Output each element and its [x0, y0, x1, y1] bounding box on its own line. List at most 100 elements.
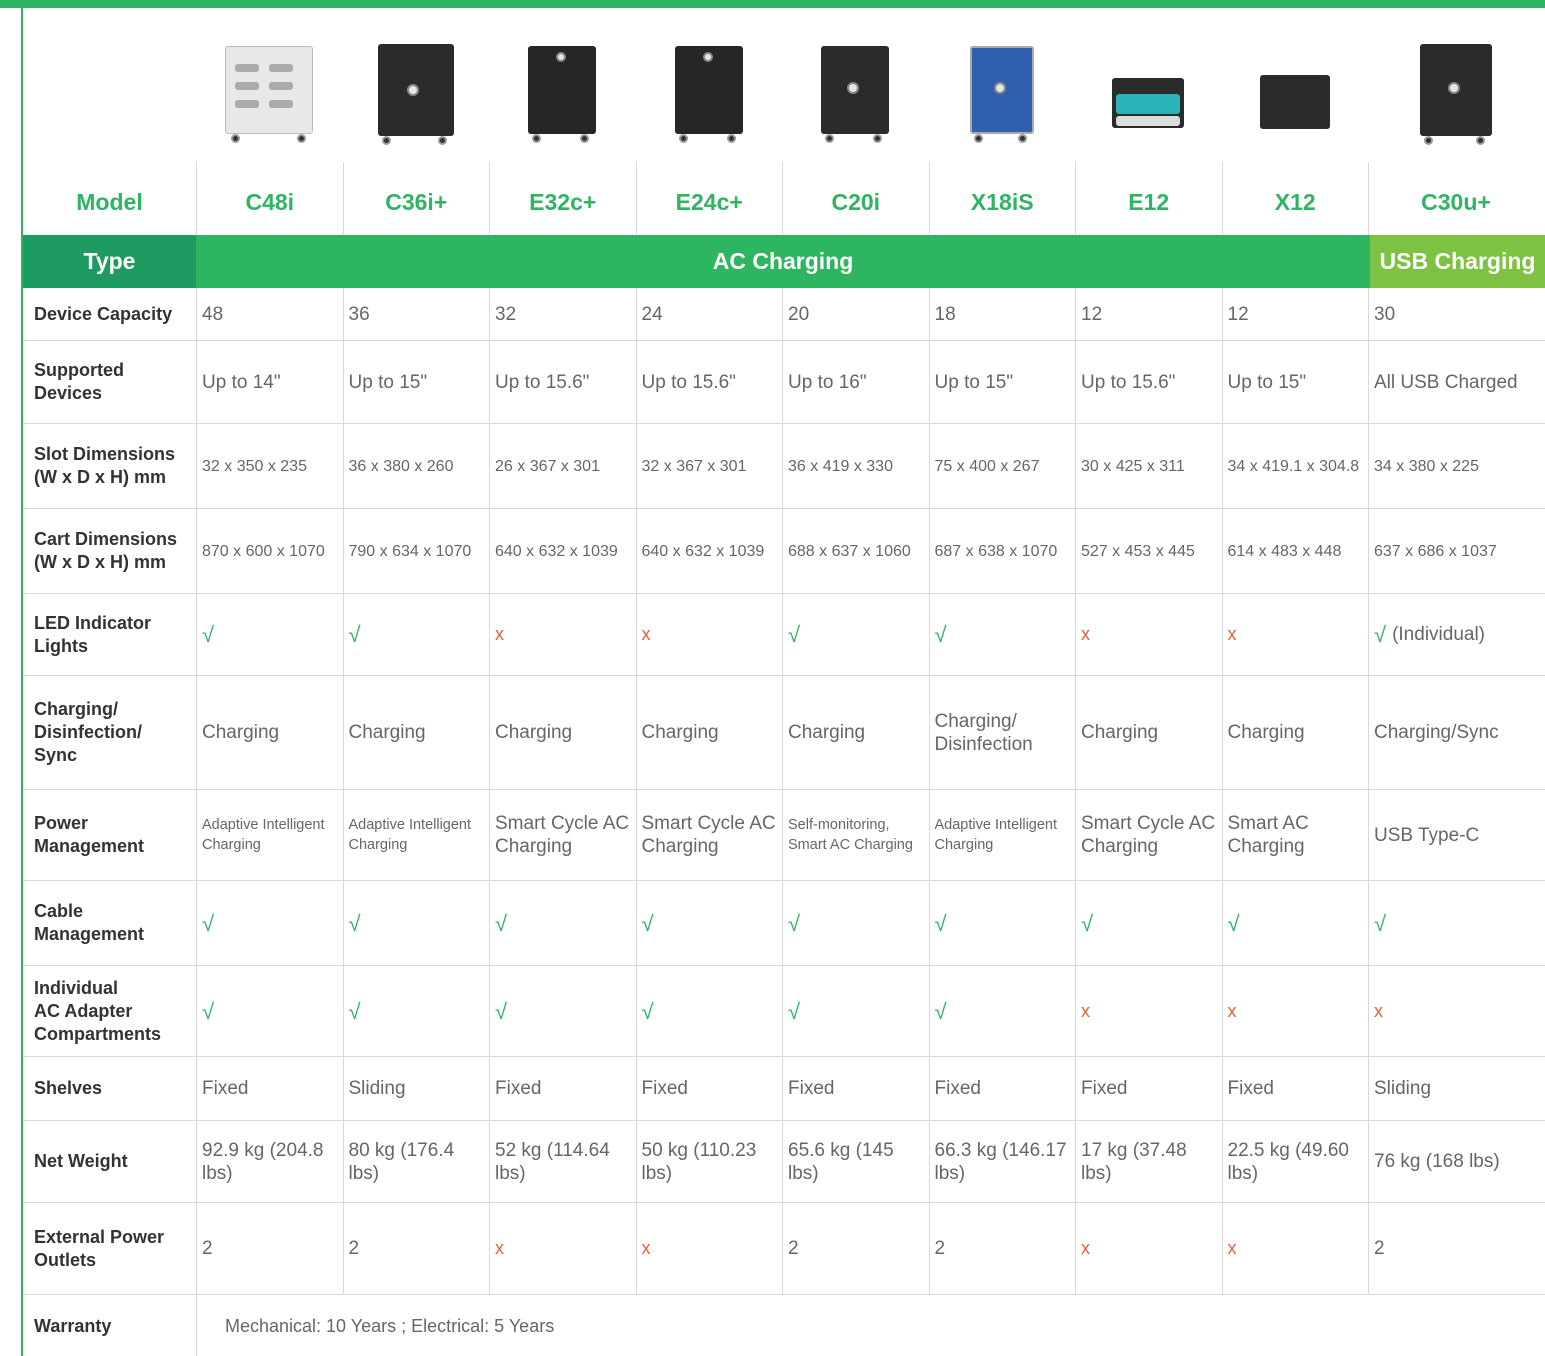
spec-row-label-line: Disinfection/: [34, 722, 143, 742]
check-icon: √: [934, 998, 947, 1024]
spec-cell: Adaptive Intelligent Charging: [928, 790, 1076, 880]
spec-row-label-line: Sync: [34, 745, 78, 765]
spec-cell-text: 65.6 kg (145 lbs): [788, 1139, 894, 1184]
model-name: E12: [1075, 162, 1222, 235]
spec-cell-text: 790 x 634 x 1070: [348, 542, 472, 560]
spec-cell-text: 2: [202, 1238, 213, 1259]
spec-cell-text: Sliding: [348, 1078, 406, 1099]
type-row: Type AC Charging USB Charging: [23, 235, 1545, 288]
spec-cell-text: Fixed: [495, 1078, 542, 1099]
spec-cell: 790 x 634 x 1070: [342, 509, 490, 593]
spec-cell: 32: [489, 288, 636, 340]
spec-cell-text: 32 x 350 x 235: [202, 457, 307, 475]
spec-row-label-line: Individual: [34, 977, 119, 998]
cross-icon: x: [1227, 1238, 1237, 1258]
spec-cell-text: 30 x 425 x 311: [1081, 457, 1185, 475]
check-icon: √: [934, 910, 947, 936]
spec-row: Slot Dimensions (W x D x H) mm 32 x 350 x …: [23, 424, 1545, 509]
model-name: X18iS: [928, 162, 1076, 235]
spec-cell-text: 12: [1227, 303, 1249, 325]
spec-cell: Fixed: [196, 1057, 343, 1120]
spec-row-label-line: Device Capacity: [34, 303, 173, 324]
spec-cell-text: Adaptive Intelligent Charging: [934, 817, 1058, 853]
spec-cell: x: [1075, 966, 1222, 1056]
check-icon: √: [348, 998, 361, 1024]
spec-row-label-line: (W x D x H) mm: [34, 552, 167, 572]
cross-icon: x: [1081, 624, 1090, 644]
warranty-row: Warranty Mechanical: 10 Years ; Electrica…: [23, 1295, 1545, 1356]
spec-cell: x: [1368, 966, 1543, 1056]
spec-cell: Up to 14": [196, 341, 343, 423]
model-row: Model C48i C36i+ E32c+ E24c+ C20i X18iS …: [23, 162, 1543, 235]
spec-cell: √: [635, 966, 783, 1056]
spec-row-label-line: External Power: [34, 1226, 165, 1247]
product-image-e24c: [636, 30, 783, 162]
spec-cell: x: [635, 594, 783, 675]
spec-cell: Fixed: [928, 1057, 1076, 1120]
type-label: Type: [23, 235, 196, 288]
spec-cell: x: [489, 1203, 636, 1294]
spec-cell: Fixed: [489, 1057, 636, 1120]
spec-row: External Power Outlets 2 2 x x 2 2 x x 2: [23, 1203, 1545, 1295]
spec-cell: √: [782, 594, 929, 675]
check-icon: √: [495, 910, 508, 936]
check-icon: √: [1081, 910, 1094, 936]
check-icon: √: [348, 622, 361, 647]
spec-cell: Smart Cycle AC Charging: [489, 790, 636, 880]
spec-cell: 66.3 kg (146.17 lbs): [928, 1121, 1076, 1202]
spec-cell-text: 36 x 380 x 260: [348, 457, 454, 475]
spec-cell: 75 x 400 x 267: [928, 424, 1076, 508]
spec-cell: 12: [1075, 288, 1222, 340]
spec-cell: Adaptive Intelligent Charging: [196, 790, 343, 880]
spec-row-label-line: Power: [34, 813, 89, 833]
spec-cell-text: 640 x 632 x 1039: [495, 542, 618, 560]
spec-cell: 637 x 686 x 1037: [1368, 509, 1543, 593]
spec-cell-text: 12: [1081, 303, 1103, 325]
spec-cell-text: 20: [788, 303, 810, 325]
spec-cell: 688 x 637 x 1060: [782, 509, 929, 593]
spec-cell: Charging: [1075, 676, 1222, 789]
spec-cell-text: Fixed: [202, 1078, 249, 1099]
cross-icon: x: [1227, 1000, 1237, 1021]
spec-cell: 870 x 600 x 1070: [196, 509, 343, 593]
spec-row-label-line: Cart Dimensions: [34, 529, 178, 549]
spec-row-label: Slot Dimensions (W x D x H) mm: [23, 424, 196, 508]
spec-cell: 527 x 453 x 445: [1075, 509, 1222, 593]
spec-cell-text: Charging: [641, 722, 719, 743]
spec-cell-text: Charging: [1081, 722, 1159, 743]
spec-cell: 76 kg (168 lbs): [1368, 1121, 1543, 1202]
check-icon: √: [348, 910, 361, 936]
spec-row-label-line: Charging/: [34, 699, 118, 719]
spec-cell-text: Adaptive Intelligent Charging: [202, 817, 325, 853]
spec-row-label-line: AC Adapter: [34, 1000, 133, 1021]
spec-cell: 17 kg (37.48 lbs): [1075, 1121, 1222, 1202]
spec-cell-text: Smart Cycle AC Charging: [1081, 813, 1216, 857]
product-image-c20i: [782, 30, 929, 162]
check-icon: √: [788, 910, 801, 936]
spec-row-label-line: Slot Dimensions: [34, 444, 176, 464]
spec-cell-text: Up to 15": [348, 371, 428, 393]
spec-cell: 36 x 419 x 330: [782, 424, 929, 508]
cross-icon: x: [1081, 1238, 1090, 1258]
spec-cell-text: Up to 15.6": [641, 371, 736, 393]
spec-row: Device Capacity 48 36 32 24 20 18 12 12 30: [23, 288, 1545, 341]
top-accent-bar: [0, 0, 1545, 8]
product-image-e32c: [489, 30, 636, 162]
spec-cell-text: 640 x 632 x 1039: [641, 542, 765, 560]
spec-cell-text: 637 x 686 x 1037: [1374, 542, 1497, 560]
spec-cell: x: [1221, 594, 1369, 675]
spec-cell: x: [1221, 1203, 1369, 1294]
spec-cell-text: 2: [934, 1238, 946, 1259]
spec-cell: 50 kg (110.23 lbs): [635, 1121, 783, 1202]
check-icon: √: [1374, 910, 1387, 936]
spec-row-label-line: Cable: [34, 901, 84, 921]
cross-icon: x: [1227, 624, 1237, 644]
spec-cell: 80 kg (176.4 lbs): [342, 1121, 490, 1202]
spec-cell: Adaptive Intelligent Charging: [342, 790, 490, 880]
spec-cell-text: Charging: [1227, 722, 1305, 743]
spec-cell: √: [1221, 881, 1369, 965]
spec-cell-text: Smart AC Charging: [1227, 813, 1309, 857]
spec-cell: 92.9 kg (204.8 lbs): [196, 1121, 343, 1202]
check-icon: √: [202, 998, 215, 1024]
warranty-label: Warranty: [34, 1315, 112, 1336]
